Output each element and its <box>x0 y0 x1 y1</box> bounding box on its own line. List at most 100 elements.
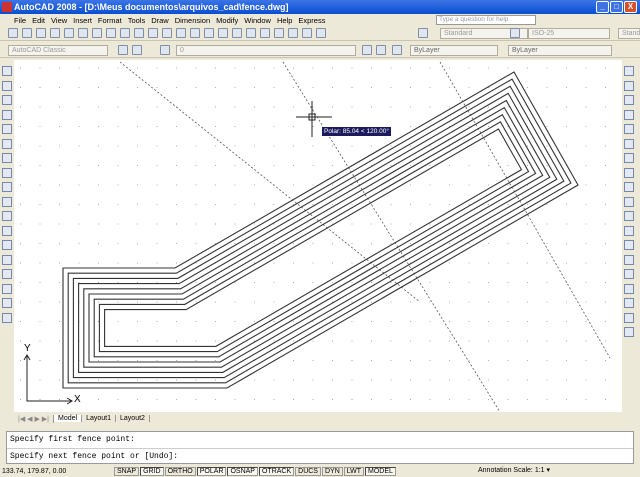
toolbar-tool-icon[interactable] <box>376 45 386 55</box>
toolbar-tool-icon[interactable] <box>232 28 242 38</box>
tool-icon[interactable] <box>624 80 634 91</box>
toolbar-tool-icon[interactable] <box>78 28 88 38</box>
tool-icon[interactable] <box>624 283 634 294</box>
tool-icon[interactable] <box>2 153 12 163</box>
toolbar-tool-icon[interactable] <box>288 28 298 38</box>
toolbar-tool-icon[interactable] <box>22 28 32 38</box>
menu-modify[interactable]: Modify <box>216 16 238 25</box>
table-style-combo[interactable]: Standard <box>618 28 640 39</box>
dim-style-combo[interactable]: ISO-25 <box>528 28 610 39</box>
tool-icon[interactable] <box>2 66 12 76</box>
tool-icon[interactable] <box>2 124 12 134</box>
toolbar-tool-icon[interactable] <box>134 28 144 38</box>
tool-icon[interactable] <box>2 95 12 105</box>
status-model-toggle[interactable]: MODEL <box>365 466 396 476</box>
status-otrack-toggle[interactable]: OTRACK <box>258 466 295 476</box>
tool-icon[interactable] <box>624 95 634 105</box>
help-search-input[interactable]: Type a question for help <box>436 15 536 25</box>
status-polar-toggle[interactable]: POLAR <box>196 466 227 476</box>
menu-help[interactable]: Help <box>277 16 292 25</box>
toolbar-tool-icon[interactable] <box>8 28 18 38</box>
tool-icon[interactable] <box>2 167 12 178</box>
tool-icon[interactable] <box>2 283 12 294</box>
toolbar-tool-icon[interactable] <box>218 28 228 38</box>
annotation-scale-dropdown[interactable]: 1:1 ▾ <box>535 467 550 474</box>
status-ortho-toggle[interactable]: ORTHO <box>164 466 196 476</box>
toolbar-tool-icon[interactable] <box>418 28 428 38</box>
tool-icon[interactable] <box>624 109 634 120</box>
tool-icon[interactable] <box>624 66 634 76</box>
tool-icon[interactable] <box>2 211 12 221</box>
layer-combo[interactable]: 0 <box>176 45 356 56</box>
menu-format[interactable]: Format <box>98 16 122 25</box>
tool-icon[interactable] <box>624 138 634 149</box>
tool-icon[interactable] <box>2 225 12 236</box>
color-combo[interactable]: ByLayer <box>410 45 498 56</box>
menu-file[interactable]: File <box>14 16 26 25</box>
tool-icon[interactable] <box>2 298 12 308</box>
tool-icon[interactable] <box>624 298 634 308</box>
tool-icon[interactable] <box>624 167 634 178</box>
toolbar-tool-icon[interactable] <box>316 28 326 38</box>
toolbar-tool-icon[interactable] <box>106 28 116 38</box>
tab-layout2[interactable]: Layout2 <box>116 415 150 422</box>
tool-icon[interactable] <box>624 196 634 207</box>
toolbar-tool-icon[interactable] <box>118 45 128 55</box>
menu-express[interactable]: Express <box>298 16 325 25</box>
tool-icon[interactable] <box>624 312 634 323</box>
menu-view[interactable]: View <box>51 16 67 25</box>
toolbar-tool-icon[interactable] <box>148 28 158 38</box>
status-grid-toggle[interactable]: GRID <box>140 466 164 476</box>
toolbar-tool-icon[interactable] <box>362 45 372 55</box>
drawing-area[interactable] <box>14 60 622 412</box>
tool-icon[interactable] <box>2 182 12 192</box>
command-window[interactable]: Specify first fence point: Specify next … <box>6 431 634 464</box>
tool-icon[interactable] <box>624 124 634 134</box>
toolbar-tool-icon[interactable] <box>260 28 270 38</box>
toolbar-tool-icon[interactable] <box>392 45 402 55</box>
tab-layout1[interactable]: Layout1 <box>82 415 117 422</box>
minimize-button[interactable]: _ <box>596 1 609 13</box>
status-osnap-toggle[interactable]: OSNAP <box>227 466 258 476</box>
tool-icon[interactable] <box>2 109 12 120</box>
status-dyn-toggle[interactable]: DYN <box>321 466 343 476</box>
tool-icon[interactable] <box>624 225 634 236</box>
status-ducs-toggle[interactable]: DUCS <box>295 466 321 476</box>
tool-icon[interactable] <box>2 240 12 250</box>
menu-insert[interactable]: Insert <box>73 16 92 25</box>
tool-icon[interactable] <box>624 153 634 163</box>
toolbar-tool-icon[interactable] <box>92 28 102 38</box>
tool-icon[interactable] <box>624 211 634 221</box>
tool-icon[interactable] <box>2 254 12 265</box>
status-lwt-toggle[interactable]: LWT <box>343 466 365 476</box>
menu-tools[interactable]: Tools <box>128 16 146 25</box>
menu-draw[interactable]: Draw <box>151 16 169 25</box>
toolbar-tool-icon[interactable] <box>50 28 60 38</box>
tool-icon[interactable] <box>624 182 634 192</box>
tab-model[interactable]: Model <box>54 415 83 422</box>
tool-icon[interactable] <box>2 196 12 207</box>
menu-window[interactable]: Window <box>244 16 271 25</box>
maximize-button[interactable]: □ <box>610 1 623 13</box>
command-prompt[interactable]: Specify next fence point or [Undo]: <box>7 448 633 464</box>
toolbar-tool-icon[interactable] <box>160 45 170 55</box>
toolbar-tool-icon[interactable] <box>132 45 142 55</box>
menu-edit[interactable]: Edit <box>32 16 45 25</box>
toolbar-tool-icon[interactable] <box>162 28 172 38</box>
toolbar-tool-icon[interactable] <box>204 28 214 38</box>
toolbar-tool-icon[interactable] <box>120 28 130 38</box>
toolbar-tool-icon[interactable] <box>64 28 74 38</box>
tool-icon[interactable] <box>2 269 12 279</box>
tool-icon[interactable] <box>2 138 12 149</box>
status-snap-toggle[interactable]: SNAP <box>114 466 140 476</box>
tool-icon[interactable] <box>2 312 12 323</box>
menu-dimension[interactable]: Dimension <box>175 16 210 25</box>
tool-icon[interactable] <box>624 327 634 337</box>
workspace-combo[interactable]: AutoCAD Classic <box>8 45 108 56</box>
tool-icon[interactable] <box>624 240 634 250</box>
toolbar-tool-icon[interactable] <box>246 28 256 38</box>
toolbar-tool-icon[interactable] <box>190 28 200 38</box>
tool-icon[interactable] <box>624 254 634 265</box>
toolbar-tool-icon[interactable] <box>510 28 520 38</box>
toolbar-tool-icon[interactable] <box>176 28 186 38</box>
